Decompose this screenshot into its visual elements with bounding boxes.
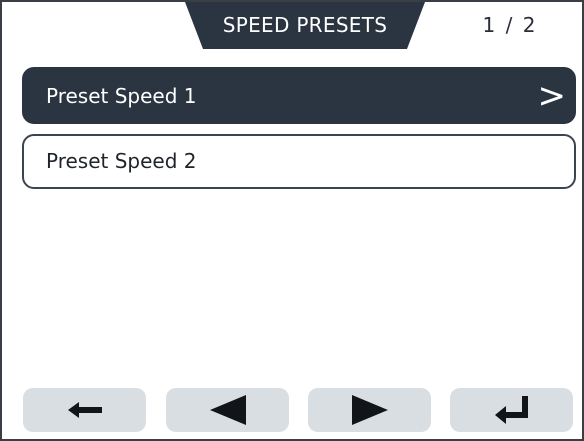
triangle-left-icon (209, 395, 246, 425)
enter-button[interactable] (450, 388, 573, 432)
triangle-right-icon (351, 395, 388, 425)
previous-button[interactable] (166, 388, 289, 432)
back-arrow-icon (67, 402, 102, 418)
list-item-preset-speed-2[interactable]: Preset Speed 2 (22, 134, 576, 189)
next-button[interactable] (308, 388, 431, 432)
back-button[interactable] (23, 388, 146, 432)
title-tab: SPEED PRESETS (185, 2, 425, 49)
list-item-preset-speed-1[interactable]: Preset Speed 1 > (22, 67, 576, 124)
list-item-label: Preset Speed 2 (46, 149, 197, 173)
enter-return-icon (494, 396, 528, 424)
page-title: SPEED PRESETS (222, 13, 388, 37)
speed-presets-screen: SPEED PRESETS 1 / 2 Preset Speed 1 > Pre… (0, 0, 584, 441)
list-item-label: Preset Speed 1 (46, 84, 197, 108)
preset-list: Preset Speed 1 > Preset Speed 2 (22, 67, 576, 199)
page-indicator: 1 / 2 (482, 13, 538, 37)
chevron-right-icon: > (537, 76, 567, 116)
